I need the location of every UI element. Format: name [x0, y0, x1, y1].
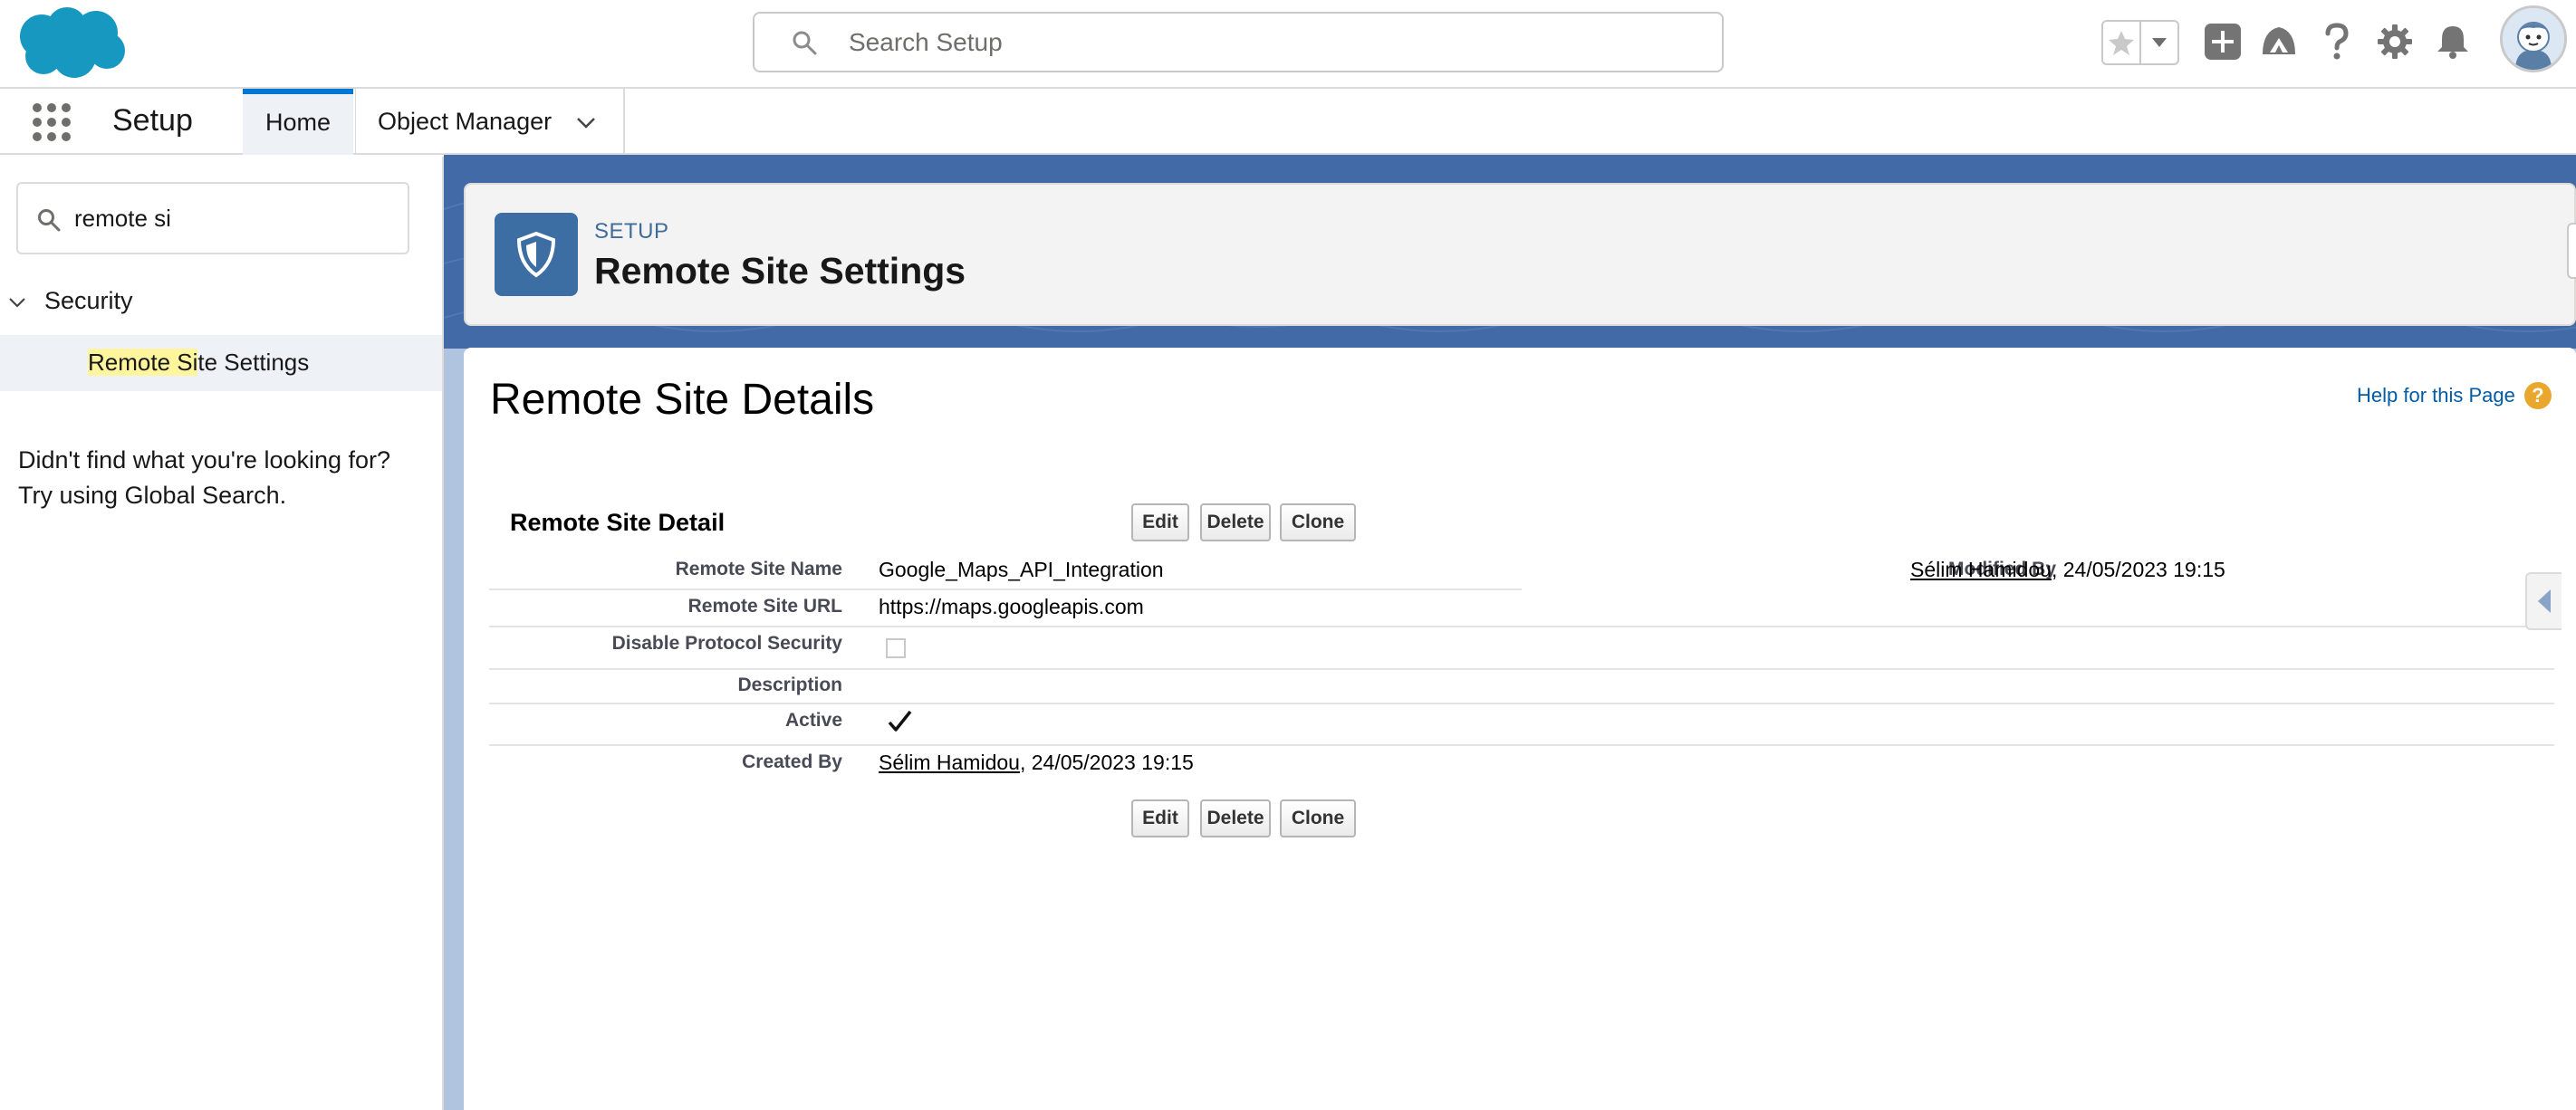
help-button[interactable]	[2315, 20, 2359, 63]
bell-icon	[2437, 26, 2468, 59]
created-by-value: Sélim Hamidou, 24/05/2023 19:15	[879, 751, 1194, 775]
trailhead-icon	[2263, 27, 2295, 54]
row-divider	[489, 588, 1522, 590]
section-title: Remote Site Detail	[510, 509, 726, 536]
page-header: SETUP Remote Site Settings	[464, 183, 2576, 326]
page-header-badge	[495, 213, 578, 296]
description-label: Description	[737, 675, 842, 695]
row-divider	[489, 668, 2554, 670]
created-by-user-link[interactable]: Sélim Hamidou	[879, 751, 1020, 774]
tree-group-label: Security	[44, 287, 133, 314]
tree-item-label-rest: te Settings	[197, 349, 310, 376]
caret-down-icon	[2152, 38, 2167, 47]
quick-find-input[interactable]	[74, 200, 400, 236]
context-nav-bar: Setup Home Object Manager	[0, 89, 2576, 155]
edit-button-top[interactable]: Edit	[1131, 503, 1189, 541]
chevron-down-icon[interactable]	[574, 110, 598, 134]
help-for-this-page-link[interactable]: Help for this Page ?	[2357, 382, 2552, 409]
modified-by-user-link[interactable]: Sélim Hamidou	[1910, 558, 2052, 581]
search-icon	[38, 209, 61, 232]
global-search-input[interactable]	[849, 23, 1664, 62]
created-by-label: Created By	[742, 751, 842, 772]
remote-site-name-label: Remote Site Name	[675, 559, 842, 579]
no-results-message: Didn't find what you're looking for? Try…	[18, 443, 435, 513]
modified-by-value: Sélim Hamidou, 24/05/2023 19:15	[1910, 558, 2225, 582]
content-heading: Remote Site Details	[490, 376, 875, 424]
delete-button-bottom[interactable]: Delete	[1200, 799, 1271, 837]
disable-protocol-security-label: Disable Protocol Security	[611, 633, 842, 654]
row-divider	[489, 626, 2554, 627]
salesforce-cloud-logo[interactable]	[16, 5, 127, 81]
add-icon	[2205, 24, 2241, 60]
tab-home[interactable]: Home	[243, 89, 353, 155]
remote-site-name-value: Google_Maps_API_Integration	[879, 558, 1164, 581]
modified-by-date: , 24/05/2023 19:15	[2051, 558, 2225, 581]
app-launcher-icon[interactable]	[31, 101, 72, 143]
delete-button-top[interactable]: Delete	[1200, 503, 1271, 541]
remote-site-url-value: https://maps.googleapis.com	[879, 595, 1144, 618]
tree-item-remote-site-settings[interactable]: Remote Site Settings	[0, 335, 442, 391]
created-by-date: , 24/05/2023 19:15	[1019, 751, 1194, 774]
favorites-group	[2101, 20, 2179, 65]
no-results-line-1: Didn't find what you're looking for?	[18, 446, 391, 474]
tree-group-security[interactable]: Security	[0, 283, 442, 321]
notifications-button[interactable]	[2431, 20, 2475, 63]
no-results-line-2: Try using Global Search.	[18, 482, 287, 509]
help-circle-icon: ?	[2523, 382, 2552, 409]
search-icon	[793, 31, 817, 55]
global-search-box[interactable]	[753, 12, 1724, 72]
setup-sidebar: Security Remote Site Settings Didn't fin…	[0, 157, 444, 1110]
clone-button-bottom[interactable]: Clone	[1280, 799, 1356, 837]
clone-button-top[interactable]: Clone	[1280, 503, 1356, 541]
user-avatar[interactable]	[2500, 5, 2567, 72]
chevron-left-icon	[2538, 589, 2551, 613]
setup-gear-button[interactable]	[2373, 20, 2417, 63]
tab-object-manager-label: Object Manager	[378, 108, 553, 135]
global-actions-button[interactable]	[2201, 20, 2244, 63]
trailhead-button[interactable]	[2257, 20, 2301, 63]
app-name: Setup	[112, 103, 193, 138]
tab-object-manager[interactable]: Object Manager	[355, 89, 625, 155]
remote-site-url-label: Remote Site URL	[687, 596, 842, 617]
chevron-down-icon[interactable]	[7, 292, 27, 312]
page-title: Remote Site Settings	[594, 250, 966, 292]
active-label: Active	[784, 710, 842, 731]
content-panel: Remote Site Details Help for this Page ?…	[464, 348, 2576, 1110]
quick-find-box[interactable]	[16, 182, 409, 254]
edit-button-bottom[interactable]: Edit	[1131, 799, 1189, 837]
row-divider	[489, 744, 2554, 746]
page-header-eyebrow: SETUP	[594, 219, 669, 244]
gear-icon	[2378, 24, 2412, 59]
help-icon	[2325, 23, 2349, 60]
disable-protocol-security-checkbox	[886, 638, 906, 658]
checkmark-icon	[888, 710, 912, 732]
side-panel-handle[interactable]	[2525, 572, 2562, 630]
favorites-button[interactable]	[2103, 22, 2141, 63]
avatar-icon	[2503, 8, 2564, 70]
shield-icon	[516, 231, 556, 278]
page-header-edge-tab[interactable]	[2567, 223, 2576, 279]
favorites-list-button[interactable]	[2141, 22, 2177, 63]
row-divider	[489, 703, 2554, 704]
star-icon	[2109, 31, 2134, 55]
help-link-label: Help for this Page	[2357, 384, 2515, 407]
search-match-highlight: Remote Si	[88, 349, 198, 376]
tree-item-label: Remote Site Settings	[88, 349, 309, 377]
global-header	[0, 0, 2576, 89]
